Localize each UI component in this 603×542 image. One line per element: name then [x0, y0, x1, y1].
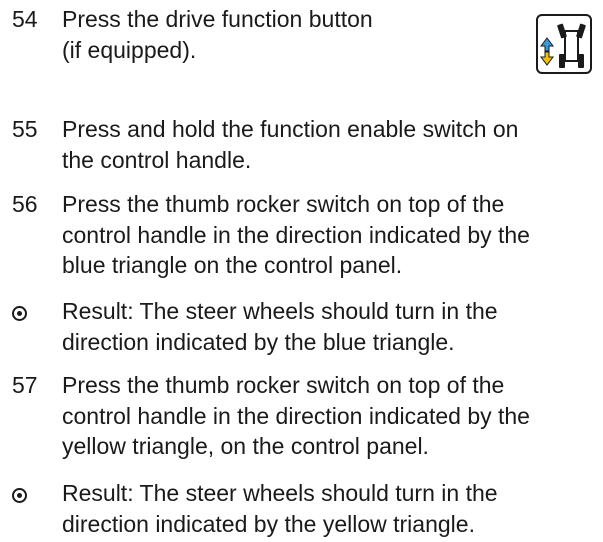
step-line: (if equipped). [62, 36, 197, 63]
result-line: Result: The steer wheels should turn in … [62, 298, 498, 324]
step-line: Press and hold the function enable switc… [62, 116, 519, 142]
step-line: blue triangle on the control panel. [62, 252, 403, 278]
step-line: the control handle. [62, 146, 252, 173]
result-text: Result: The steer wheels should turn in … [62, 478, 498, 539]
result-line: direction indicated by the yellow triang… [62, 510, 475, 537]
step-line: control handle in the direction indicate… [62, 402, 530, 429]
step-text: Press the drive function button (if equi… [62, 4, 373, 65]
result-line: direction indicated by the blue triangle… [62, 328, 455, 355]
step-line: yellow triangle, on the control panel. [62, 433, 429, 459]
result-text: Result: The steer wheels should turn in … [62, 296, 498, 357]
step-number: 57 [12, 372, 38, 398]
step-number: 55 [12, 116, 38, 142]
step-number: 56 [12, 191, 38, 217]
result-bullet-icon [12, 488, 27, 503]
step-line: Press the drive function button [62, 6, 373, 32]
step-line: Press the thumb rocker switch on top of … [62, 372, 505, 398]
step-number: 54 [12, 6, 38, 32]
step-text: Press and hold the function enable switc… [62, 114, 518, 175]
step-line: control handle in the direction indicate… [62, 221, 530, 248]
result-line: Result: The steer wheels should turn in … [62, 480, 498, 506]
drive-function-icon [536, 14, 592, 74]
step-text: Press the thumb rocker switch on top of … [62, 370, 530, 462]
step-text: Press the thumb rocker switch on top of … [62, 189, 530, 281]
step-line: Press the thumb rocker switch on top of … [62, 191, 505, 217]
result-bullet-icon [12, 306, 27, 321]
